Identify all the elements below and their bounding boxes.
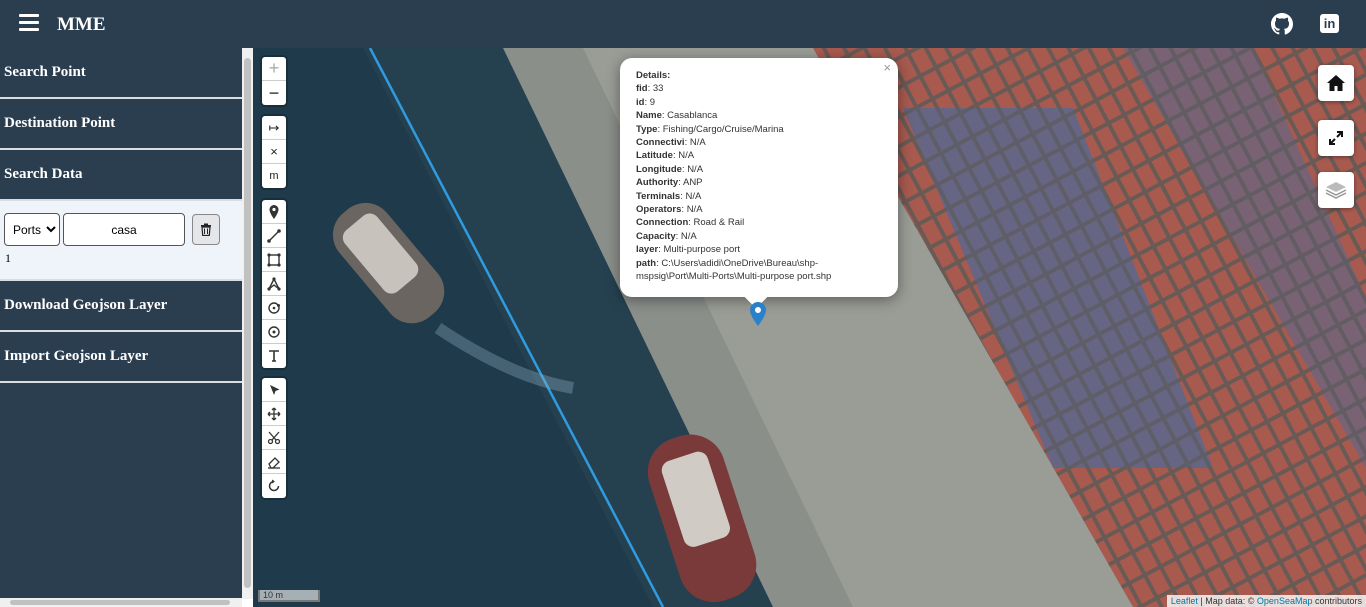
measure-unit-button[interactable]: m [262,164,286,188]
search-input[interactable] [63,213,185,246]
home-button[interactable] [1318,65,1354,101]
marker-icon[interactable] [262,200,286,224]
sidebar-vertical-scrollbar[interactable] [242,48,253,599]
linkedin-icon[interactable]: in [1320,14,1339,33]
zoom-control: + − [262,57,286,105]
top-bar: MME in [0,0,1366,48]
popup-field-connectivi: Connectivi: N/A [636,137,706,149]
polygon-icon[interactable] [262,272,286,296]
sidebar: Search Point Destination Point Search Da… [0,48,242,599]
leaflet-link[interactable]: Leaflet [1171,596,1198,606]
measure-distance-button[interactable]: ↦ [262,116,286,140]
openseamap-link[interactable]: OpenSeaMap [1257,596,1313,606]
popup-field-connection: Connection: Road & Rail [636,217,745,229]
layers-button[interactable] [1318,172,1354,208]
popup-close-button[interactable]: × [883,61,891,75]
scissors-icon[interactable] [262,426,286,450]
scale-bar: 10 m [258,590,320,602]
sidebar-item-search-data[interactable]: Search Data [0,150,242,201]
popup-heading: Details: [636,70,671,81]
trash-icon [201,223,211,236]
popup-field-operators: Operators: N/A [636,204,703,216]
sidebar-horizontal-scrollbar[interactable] [0,598,242,607]
measure-clear-button[interactable]: × [262,140,286,164]
edit-toolbar [262,378,286,498]
cut-icon[interactable] [262,378,286,402]
result-count: 1 [5,251,11,265]
circlemarker-icon[interactable] [262,320,286,344]
sidebar-item-destination-point[interactable]: Destination Point [0,99,242,150]
popup-fields: fid: 33 id: 9 Name: Casablanca Type: Fishin… [636,82,882,283]
zoom-out-button[interactable]: − [262,81,286,105]
polyline-icon[interactable] [262,224,286,248]
popup-field-latitude: Latitude: N/A [636,150,695,162]
eraser-icon[interactable] [262,450,286,474]
popup-field-layer: layer: Multi-purpose port [636,244,741,256]
popup-field-fid: fid: 33 [636,83,664,95]
popup-field-longitude: Longitude: N/A [636,163,704,175]
sidebar-item-import-geojson[interactable]: Import Geojson Layer [0,332,242,383]
popup-field-name: Name: Casablanca [636,110,718,122]
layers-icon [1325,182,1347,199]
delete-button[interactable] [192,214,220,245]
expand-icon [1329,131,1343,145]
zoom-in-button[interactable]: + [262,57,286,81]
drag-icon[interactable] [262,402,286,426]
text-icon[interactable] [262,344,286,368]
measure-toolbar: ↦ × m [262,116,286,188]
feature-popup: × Details: fid: 33 id: 9 Name: Casablanca T… [620,58,898,309]
map-view[interactable]: + − ↦ × m × Details: fid: 33 id: 9 Name: C… [253,48,1366,607]
search-data-panel: Ports 1 [0,201,242,281]
sidebar-item-download-geojson[interactable]: Download Geojson Layer [0,281,242,332]
map-marker-icon[interactable] [750,302,766,334]
rectangle-icon[interactable] [262,248,286,272]
sidebar-item-search-point[interactable]: Search Point [0,48,242,99]
app-title: MME [57,14,106,35]
fullscreen-button[interactable] [1318,120,1354,156]
draw-toolbar [262,200,286,368]
rotate-icon[interactable] [262,474,286,498]
popup-field-type: Type: Fishing/Cargo/Cruise/Marina [636,123,784,135]
hamburger-icon[interactable] [19,14,39,32]
github-icon[interactable] [1271,13,1293,35]
layer-select[interactable]: Ports [4,213,60,246]
popup-field-authority: Authority: ANP [636,177,703,189]
popup-field-capacity: Capacity: N/A [636,230,697,242]
circle-icon[interactable] [262,296,286,320]
home-icon [1327,75,1345,91]
popup-field-path: path: C:\Users\adidi\OneDrive\Bureau\shp… [636,257,832,283]
popup-field-terminals: Terminals: N/A [636,190,702,202]
map-attribution: Leaflet | Map data: © OpenSeaMap contrib… [1166,595,1366,607]
popup-field-id: id: 9 [636,96,656,108]
